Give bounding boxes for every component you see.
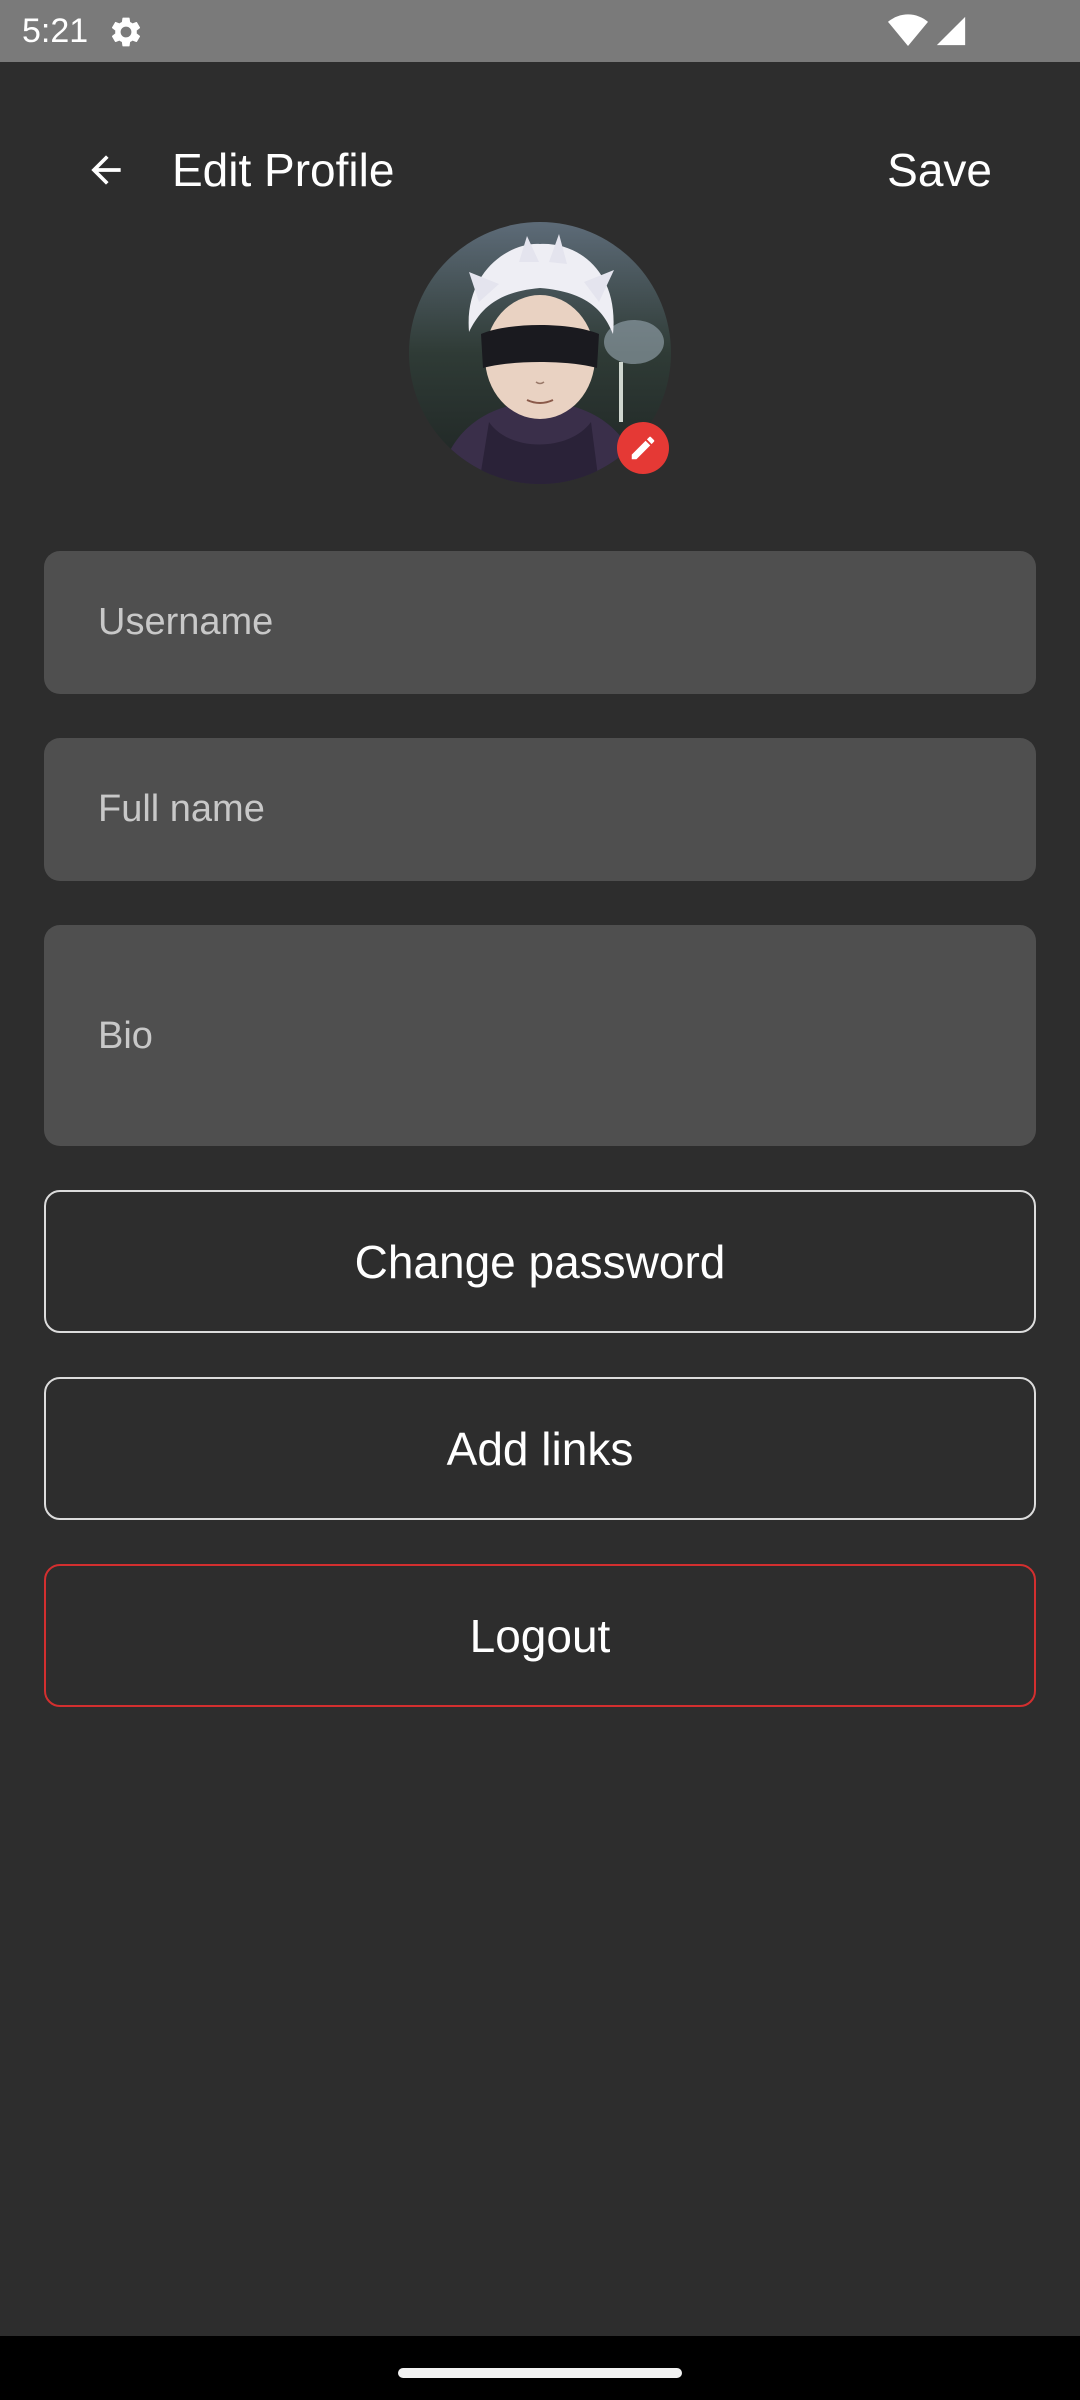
home-indicator[interactable] (398, 2368, 682, 2378)
avatar-container (409, 222, 671, 484)
logout-button[interactable]: Logout (44, 1564, 1036, 1707)
pencil-icon (631, 436, 655, 460)
page-title: Edit Profile (172, 144, 395, 196)
add-links-label: Add links (446, 1422, 634, 1475)
save-button[interactable]: Save (887, 142, 992, 198)
logout-label: Logout (469, 1609, 611, 1662)
add-links-button[interactable]: Add links (44, 1377, 1036, 1520)
username-field[interactable] (44, 551, 1036, 694)
change-password-label: Change password (354, 1235, 726, 1288)
back-button[interactable] (76, 140, 136, 200)
bio-input[interactable] (98, 1009, 1036, 1062)
full-name-field[interactable] (44, 738, 1036, 881)
full-name-input[interactable] (98, 788, 1036, 831)
gear-icon (111, 17, 141, 47)
edit-avatar-button[interactable] (617, 422, 669, 474)
arrow-left-icon (91, 155, 121, 185)
username-input[interactable] (98, 601, 1036, 644)
wifi-icon (888, 14, 928, 47)
status-time: 5:21 (22, 12, 89, 50)
status-bar: 5:21 (0, 0, 1080, 62)
signal-icon (936, 16, 966, 46)
change-password-button[interactable]: Change password (44, 1190, 1036, 1333)
bio-field[interactable] (44, 925, 1036, 1146)
